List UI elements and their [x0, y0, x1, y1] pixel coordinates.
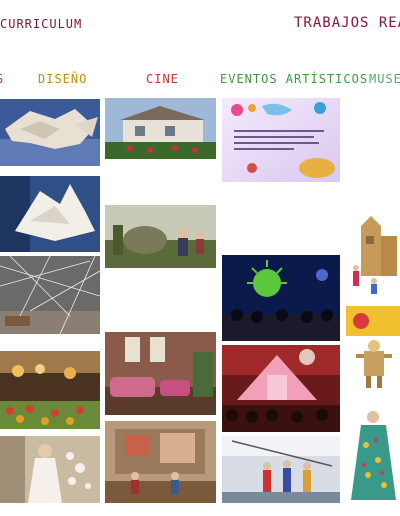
thumbnail-concert-stage[interactable] — [222, 255, 340, 341]
thumbnail-costume-figure[interactable] — [346, 405, 400, 503]
thumbnail-wall-mural[interactable] — [105, 421, 216, 503]
thumbnail-pink-living-room[interactable] — [105, 332, 216, 415]
category-prev[interactable]: S — [0, 72, 4, 86]
thumbnail-wooden-puppet[interactable] — [346, 336, 400, 392]
thumbnail-cardboard-castle[interactable] — [346, 206, 400, 296]
category-eventos[interactable]: EVENTOS ARTÍSTICOS — [220, 72, 368, 86]
category-museo[interactable]: MUSE — [369, 72, 400, 86]
thumbnail-house-facade[interactable] — [105, 98, 216, 159]
curriculum-link[interactable]: CURRICULUM — [0, 17, 82, 31]
thumbnail-market-stall[interactable] — [0, 351, 100, 429]
thumbnail-pink-tent[interactable] — [222, 345, 340, 432]
category-diseno[interactable]: DISEÑO — [38, 72, 87, 86]
thumbnail-paper-angel[interactable] — [0, 176, 100, 252]
thumbnail-string-installation[interactable] — [0, 256, 100, 334]
thumbnail-paper-fish[interactable] — [0, 99, 100, 166]
category-cine[interactable]: CINE — [146, 72, 179, 86]
thumbnail-garden-figures[interactable] — [105, 205, 216, 268]
thumbnail-circus-performers[interactable] — [222, 436, 340, 503]
thumbnail-illustrated-flyer[interactable] — [222, 98, 340, 182]
trabajos-title[interactable]: TRABAJOS REA — [294, 15, 400, 31]
thumbnail-woman-dress[interactable] — [0, 436, 100, 503]
